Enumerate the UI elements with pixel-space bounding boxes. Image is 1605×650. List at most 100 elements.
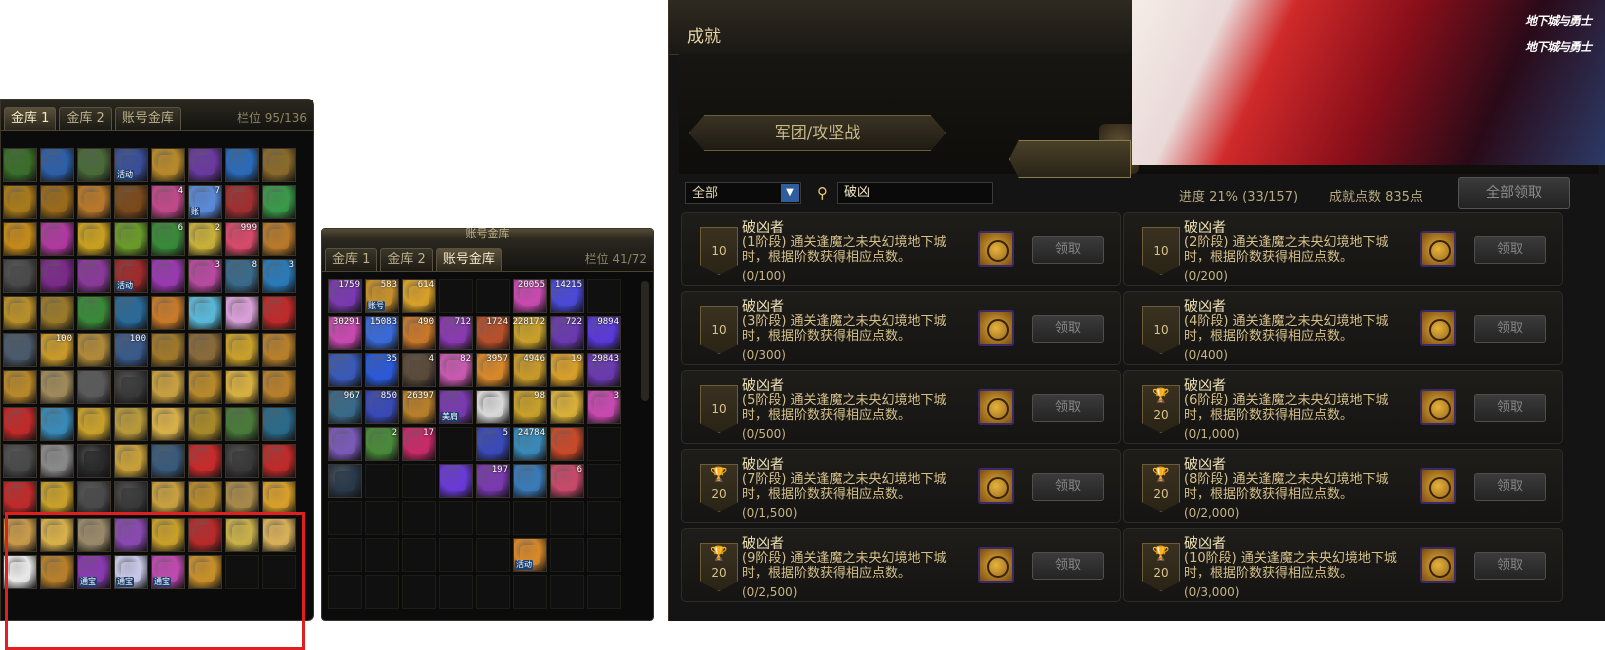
item-slot[interactable]: 100 — [114, 333, 148, 367]
item-slot[interactable] — [3, 185, 37, 219]
empty-slot[interactable] — [439, 279, 473, 313]
item-slot[interactable]: 14215 — [550, 279, 584, 313]
item-slot[interactable]: 712 — [439, 316, 473, 350]
item-slot[interactable]: 5 — [476, 427, 510, 461]
item-slot[interactable]: 2 — [365, 427, 399, 461]
item-slot[interactable] — [151, 370, 185, 404]
item-slot[interactable]: 3957 — [476, 353, 510, 387]
empty-slot[interactable] — [439, 427, 473, 461]
item-slot[interactable] — [225, 370, 259, 404]
item-slot[interactable] — [188, 370, 222, 404]
claim-button[interactable]: 领取 — [1474, 394, 1546, 422]
empty-slot[interactable] — [587, 501, 621, 535]
item-slot[interactable] — [476, 390, 510, 424]
item-slot[interactable] — [77, 222, 111, 256]
item-slot[interactable] — [188, 333, 222, 367]
item-slot[interactable]: 98 — [513, 390, 547, 424]
item-slot[interactable]: 4946 — [513, 353, 547, 387]
item-slot[interactable] — [328, 353, 362, 387]
item-slot[interactable]: 4 — [402, 353, 436, 387]
item-slot[interactable] — [262, 185, 296, 219]
filter-select[interactable]: 全部 ▼ — [685, 182, 801, 204]
empty-slot[interactable] — [513, 575, 547, 609]
item-slot[interactable]: 3 — [587, 390, 621, 424]
empty-slot[interactable] — [365, 575, 399, 609]
claim-button[interactable]: 领取 — [1032, 236, 1104, 264]
item-slot[interactable] — [40, 444, 74, 478]
empty-slot[interactable] — [328, 538, 362, 572]
item-slot[interactable]: 35 — [365, 353, 399, 387]
item-slot[interactable]: 583 账号 — [365, 279, 399, 313]
item-slot[interactable] — [114, 407, 148, 441]
item-slot[interactable] — [151, 259, 185, 293]
reward-emblem-icon[interactable] — [978, 547, 1014, 583]
item-slot[interactable] — [225, 296, 259, 330]
empty-slot[interactable] — [439, 538, 473, 572]
item-slot[interactable] — [188, 444, 222, 478]
tab-vault-2[interactable]: 金库 2 — [380, 248, 433, 271]
scrollbar[interactable] — [641, 281, 649, 401]
item-slot[interactable] — [40, 148, 74, 182]
item-slot[interactable] — [114, 185, 148, 219]
item-slot[interactable] — [77, 185, 111, 219]
reward-emblem-icon[interactable] — [1420, 231, 1456, 267]
item-slot[interactable] — [3, 296, 37, 330]
claim-button[interactable]: 领取 — [1474, 552, 1546, 580]
reward-emblem-icon[interactable] — [1420, 547, 1456, 583]
empty-slot[interactable] — [587, 427, 621, 461]
item-slot[interactable]: 活动 — [114, 148, 148, 182]
item-slot[interactable] — [262, 296, 296, 330]
item-slot[interactable]: 228172 — [512, 316, 547, 350]
item-slot[interactable] — [188, 481, 222, 515]
empty-slot[interactable] — [439, 501, 473, 535]
item-slot[interactable] — [114, 222, 148, 256]
reward-emblem-icon[interactable] — [978, 468, 1014, 504]
item-slot[interactable] — [151, 444, 185, 478]
empty-slot[interactable] — [476, 575, 510, 609]
item-slot[interactable] — [40, 370, 74, 404]
empty-slot[interactable] — [550, 575, 584, 609]
empty-slot[interactable] — [550, 538, 584, 572]
empty-slot[interactable] — [365, 501, 399, 535]
item-slot[interactable] — [188, 148, 222, 182]
claim-button[interactable]: 领取 — [1032, 552, 1104, 580]
empty-slot[interactable] — [476, 501, 510, 535]
reward-emblem-icon[interactable] — [978, 231, 1014, 267]
item-slot[interactable] — [550, 390, 584, 424]
empty-slot[interactable] — [328, 501, 362, 535]
item-slot[interactable] — [40, 407, 74, 441]
empty-slot[interactable] — [439, 575, 473, 609]
item-slot[interactable] — [77, 444, 111, 478]
item-slot[interactable]: 490 — [402, 316, 436, 350]
empty-slot[interactable] — [587, 538, 621, 572]
item-slot[interactable]: 197 — [476, 464, 510, 498]
item-slot[interactable]: 82 — [439, 353, 473, 387]
item-slot[interactable] — [40, 259, 74, 293]
item-slot[interactable] — [3, 370, 37, 404]
reward-emblem-icon[interactable] — [1420, 468, 1456, 504]
item-slot[interactable]: 100 — [40, 333, 74, 367]
item-slot[interactable] — [225, 333, 259, 367]
tab-vault-2[interactable]: 金库 2 — [59, 107, 112, 130]
item-slot[interactable]: 7账 — [188, 185, 222, 219]
item-slot[interactable] — [77, 407, 111, 441]
window-title-bar[interactable]: 账号金库 — [322, 227, 653, 240]
item-slot[interactable]: 1724 — [476, 316, 510, 350]
item-slot[interactable] — [225, 185, 259, 219]
tab-account-vault[interactable]: 账号金库 — [435, 248, 502, 271]
item-slot[interactable]: 3 — [188, 259, 222, 293]
item-slot[interactable] — [114, 481, 148, 515]
item-slot[interactable] — [3, 481, 37, 515]
item-slot[interactable] — [3, 222, 37, 256]
claim-button[interactable]: 领取 — [1032, 315, 1104, 343]
item-slot[interactable] — [262, 333, 296, 367]
claim-button[interactable]: 领取 — [1474, 315, 1546, 343]
item-slot[interactable] — [40, 296, 74, 330]
item-slot[interactable] — [550, 427, 584, 461]
search-input[interactable]: 破凶 — [837, 182, 993, 204]
empty-slot[interactable] — [365, 538, 399, 572]
item-slot[interactable] — [114, 444, 148, 478]
claim-all-button[interactable]: 全部领取 — [1458, 177, 1570, 209]
item-slot[interactable]: 6 — [550, 464, 584, 498]
item-slot[interactable] — [262, 148, 296, 182]
